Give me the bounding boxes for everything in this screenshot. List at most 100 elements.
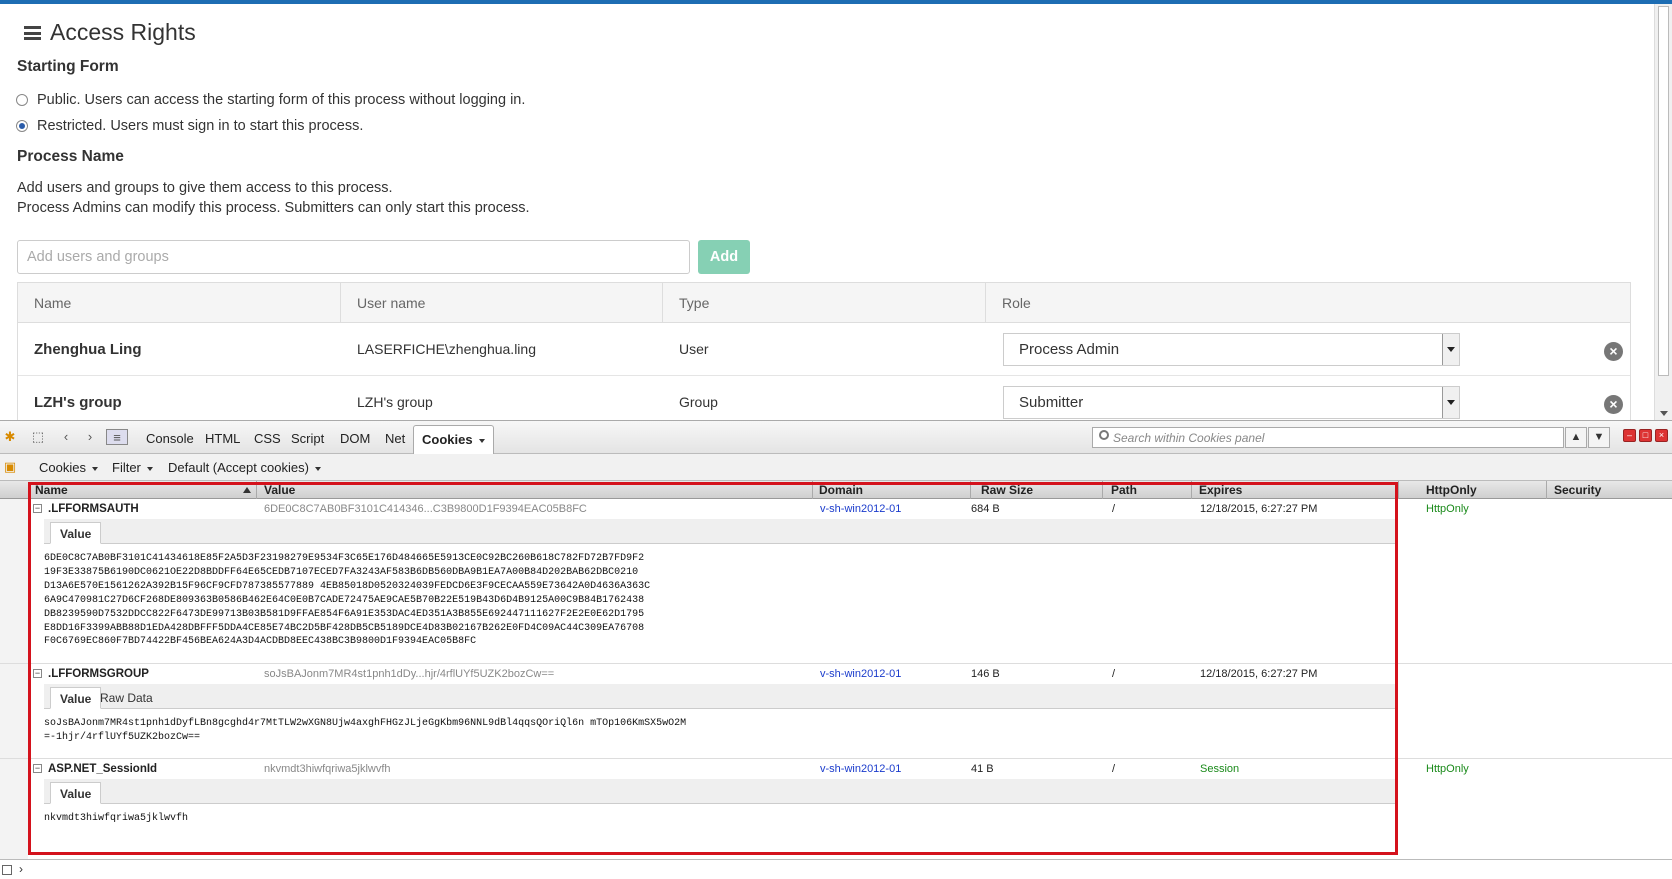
radio-restricted-row[interactable]: Restricted. Users must sign in to start … xyxy=(16,118,363,134)
radio-public[interactable] xyxy=(16,94,28,106)
cookie-detail-tabs: Value xyxy=(44,519,1396,544)
cookies-menu[interactable]: Cookies xyxy=(39,460,98,475)
column-header-raw-size[interactable]: Raw Size xyxy=(981,483,1033,497)
column-divider[interactable] xyxy=(812,481,813,499)
column-divider[interactable] xyxy=(1102,481,1103,499)
command-editor-icon[interactable]: ≡ xyxy=(106,429,128,445)
close-icon[interactable]: × xyxy=(1655,429,1668,442)
column-header-security[interactable]: Security xyxy=(1554,483,1601,497)
firebug-icon[interactable]: ✱ xyxy=(2,429,18,445)
detach-icon[interactable]: □ xyxy=(1639,429,1652,442)
cookies-menu-label: Cookies xyxy=(39,460,86,475)
value-line: D13A6E570E1561262A392B15F96CF9CFD7873855… xyxy=(44,580,651,592)
access-table-header: Name User name Type Role xyxy=(18,283,1630,323)
table-row[interactable]: − ASP.NET_SessionId nkvmdt3hiwfqriwa5jkl… xyxy=(0,760,1672,778)
cookie-domain[interactable]: v-sh-win2012-01 xyxy=(820,668,901,680)
row-divider xyxy=(0,758,1672,759)
cookie-value: soJsBAJonm7MR4st1pnh1dDy...hjr/4rflUYf5U… xyxy=(264,668,555,680)
chevron-down-icon[interactable] xyxy=(1442,387,1459,418)
tab-cookies[interactable]: Cookies xyxy=(413,425,494,454)
cookie-value-text: nkvmdt3hiwfqriwa5jklwvfh xyxy=(44,804,1396,826)
table-row[interactable]: − .LFFORMSAUTH 6DE0C8C7AB0BF3101C414346.… xyxy=(0,500,1672,518)
column-header-httponly[interactable]: HttpOnly xyxy=(1426,483,1477,497)
column-header-path[interactable]: Path xyxy=(1111,483,1137,497)
cookie-detail-panel: Value 6DE0C8C7AB0BF3101C41434618E85F2A5D… xyxy=(44,519,1396,647)
tab-css[interactable]: CSS xyxy=(254,431,281,446)
radio-restricted[interactable] xyxy=(16,120,28,132)
access-rights-page: Access Rights Starting Form Public. User… xyxy=(0,4,1672,420)
scroll-down-arrow-icon[interactable] xyxy=(1660,411,1668,416)
starting-form-heading: Starting Form xyxy=(17,58,119,75)
hamburger-menu-icon[interactable] xyxy=(24,26,41,40)
inspect-icon[interactable]: ⬚ xyxy=(30,429,46,445)
column-header-name[interactable]: Name xyxy=(35,483,68,497)
column-divider[interactable] xyxy=(1398,481,1399,499)
minimize-icon[interactable]: – xyxy=(1623,429,1636,442)
back-icon[interactable]: ‹ xyxy=(58,429,74,445)
forward-icon[interactable]: › xyxy=(82,429,98,445)
cookies-search-input[interactable] xyxy=(1092,427,1564,448)
remove-icon[interactable]: × xyxy=(1604,342,1623,361)
column-header-name[interactable]: Name xyxy=(18,283,341,322)
command-line[interactable]: › xyxy=(0,859,1672,879)
cookie-policy-menu[interactable]: Default (Accept cookies) xyxy=(168,460,321,475)
collapse-icon[interactable]: − xyxy=(33,669,42,678)
tab-dom[interactable]: DOM xyxy=(340,431,370,446)
command-list-icon[interactable] xyxy=(2,865,12,875)
column-divider[interactable] xyxy=(256,481,257,499)
access-description-line-1: Add users and groups to give them access… xyxy=(17,180,393,196)
column-header-domain[interactable]: Domain xyxy=(819,483,863,497)
radio-public-label: Public. Users can access the starting fo… xyxy=(37,92,526,108)
search-next-button[interactable]: ▼ xyxy=(1588,427,1610,448)
tab-value[interactable]: Value xyxy=(50,522,102,544)
radio-public-row[interactable]: Public. Users can access the starting fo… xyxy=(16,92,525,108)
firebug-toolbar: ✱ ⬚ ‹ › ≡ Console HTML CSS Script DOM Ne… xyxy=(0,421,1672,454)
access-description-line-2: Process Admins can modify this process. … xyxy=(17,200,530,216)
column-header-value[interactable]: Value xyxy=(264,483,295,497)
cookie-policy-label: Default (Accept cookies) xyxy=(168,460,309,475)
cookie-value-text: soJsBAJonm7MR4st1pnh1dDyfLBn8gcghd4r7MtT… xyxy=(44,709,1396,745)
page-scrollbar[interactable] xyxy=(1654,4,1672,420)
role-select[interactable]: Process Admin xyxy=(1003,333,1460,366)
tab-value[interactable]: Value xyxy=(50,782,102,804)
tab-console[interactable]: Console xyxy=(146,431,194,446)
cookie-httponly: HttpOnly xyxy=(1426,763,1469,775)
filter-menu[interactable]: Filter xyxy=(112,460,153,475)
column-divider[interactable] xyxy=(1546,481,1547,499)
tab-raw-data[interactable]: Raw Data xyxy=(91,687,162,709)
tab-net[interactable]: Net xyxy=(385,431,405,446)
cookie-domain[interactable]: v-sh-win2012-01 xyxy=(820,763,901,775)
collapse-icon[interactable]: − xyxy=(33,764,42,773)
search-prev-button[interactable]: ▲ xyxy=(1565,427,1587,448)
cookie-detail-panel: Value Raw Data soJsBAJonm7MR4st1pnh1dDyf… xyxy=(44,684,1396,752)
tab-script[interactable]: Script xyxy=(291,431,324,446)
cookie-size: 146 B xyxy=(971,668,1000,680)
scrollbar-thumb[interactable] xyxy=(1658,6,1669,376)
add-users-input[interactable] xyxy=(17,240,690,274)
role-select[interactable]: Submitter xyxy=(1003,386,1460,419)
value-line: =-1hjr/4rflUYf5UZK2bozCw== xyxy=(44,731,201,743)
cookie-size: 684 B xyxy=(971,503,1000,515)
remove-icon[interactable]: × xyxy=(1604,395,1623,414)
cookie-panel-icon[interactable]: ▣ xyxy=(2,459,18,475)
tab-cookies-label: Cookies xyxy=(422,432,473,447)
value-line: F0C6769EC860F7BD74422BF456BEA624A3D4ACDB… xyxy=(44,636,477,648)
cookie-expires: Session xyxy=(1200,763,1240,775)
column-divider[interactable] xyxy=(1191,481,1192,499)
tab-html[interactable]: HTML xyxy=(205,431,240,446)
column-header-type[interactable]: Type xyxy=(663,283,986,322)
column-header-role[interactable]: Role xyxy=(986,283,1630,322)
cookie-expires: 12/18/2015, 6:27:27 PM xyxy=(1200,503,1318,515)
cookie-detail-panel: Value nkvmdt3hiwfqriwa5jklwvfh xyxy=(44,779,1396,833)
collapse-icon[interactable]: − xyxy=(33,504,42,513)
value-line: 19F3E33875B6190DC0621OE22D8BDDFF64E65CED… xyxy=(44,566,639,578)
cookie-path: / xyxy=(1112,503,1116,515)
add-button[interactable]: Add xyxy=(698,240,750,274)
table-row[interactable]: − .LFFORMSGROUP soJsBAJonm7MR4st1pnh1dDy… xyxy=(0,665,1672,683)
column-header-username[interactable]: User name xyxy=(341,283,663,322)
column-divider[interactable] xyxy=(970,481,971,499)
cookie-domain[interactable]: v-sh-win2012-01 xyxy=(820,503,901,515)
value-line: DB8239590D7532DDCC822F6473DE99713B03B581… xyxy=(44,608,645,620)
chevron-down-icon[interactable] xyxy=(1442,334,1459,365)
column-header-expires[interactable]: Expires xyxy=(1199,483,1242,497)
